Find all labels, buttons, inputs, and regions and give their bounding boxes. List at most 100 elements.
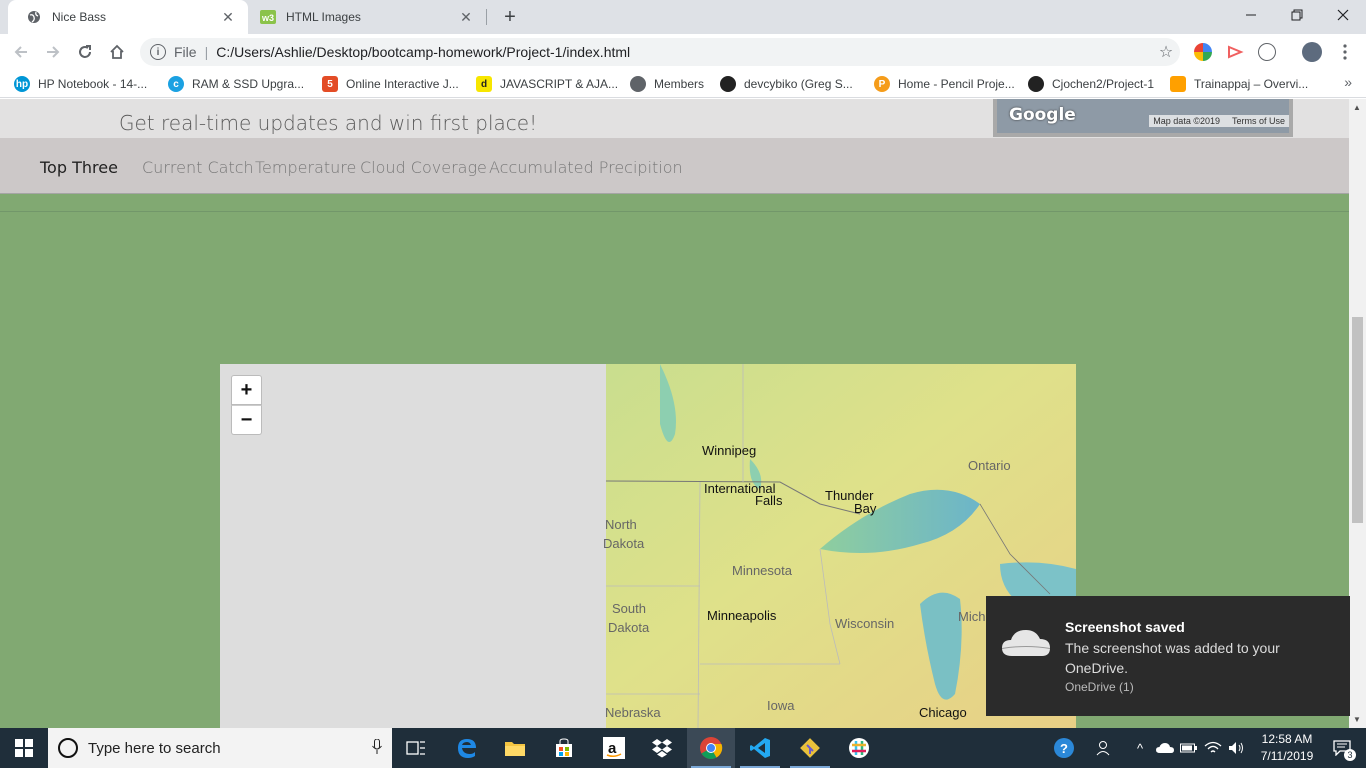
address-bar[interactable]: i File | C:/Users/Ashlie/Desktop/bootcam…: [140, 38, 1180, 66]
terms-of-use-link[interactable]: Terms of Use: [1232, 116, 1285, 126]
bookmark-hp-notebook[interactable]: hp HP Notebook - 14-...: [14, 74, 147, 94]
map-label-south-dakota-1: South: [612, 601, 646, 616]
map-label-north-dakota-2: Dakota: [603, 536, 645, 551]
amazon-icon: a: [603, 737, 625, 759]
bookmark-online-interactive[interactable]: 5 Online Interactive J...: [322, 74, 459, 94]
task-view-icon: [406, 741, 425, 755]
bookmarks-overflow-icon[interactable]: »: [1344, 74, 1352, 90]
chrome-extension-icon[interactable]: [1194, 43, 1212, 61]
close-tab-icon[interactable]: ✕: [458, 9, 474, 25]
forward-button[interactable]: [40, 39, 66, 65]
close-tab-icon[interactable]: ✕: [220, 9, 236, 25]
vscode-taskbar-button[interactable]: [736, 728, 784, 768]
battery-tray-icon[interactable]: [1178, 728, 1200, 768]
onedrive-tray-icon[interactable]: [1154, 728, 1176, 768]
volume-tray-icon[interactable]: [1226, 728, 1248, 768]
scroll-thumb[interactable]: [1352, 317, 1363, 523]
close-window-button[interactable]: [1320, 0, 1366, 30]
profile-avatar[interactable]: [1302, 42, 1322, 62]
info-icon[interactable]: i: [150, 44, 166, 60]
svg-text:a: a: [608, 740, 617, 757]
amazon-taskbar-button[interactable]: a: [590, 728, 638, 768]
chrome-menu-button[interactable]: [1332, 39, 1358, 65]
file-explorer-taskbar-button[interactable]: [491, 728, 539, 768]
url-scheme: File: [174, 44, 197, 60]
bookmark-javascript-ajax[interactable]: d JAVASCRIPT & AJA...: [476, 74, 618, 94]
system-clock[interactable]: 12:58 AM 7/11/2019: [1252, 731, 1322, 765]
zoom-in-button[interactable]: +: [231, 375, 262, 405]
zoom-out-button[interactable]: −: [231, 405, 262, 435]
scroll-down-icon[interactable]: ▼: [1353, 715, 1361, 724]
chevron-up-icon[interactable]: ^: [1130, 728, 1150, 768]
forward-arrow-icon: [47, 46, 60, 58]
tab-html-images[interactable]: w3 HTML Images ✕: [242, 0, 486, 34]
svg-text:?: ?: [1060, 741, 1068, 756]
nav-current-catch[interactable]: Current Catch: [142, 158, 254, 177]
new-tab-button[interactable]: +: [498, 5, 522, 29]
wifi-tray-icon[interactable]: [1202, 728, 1224, 768]
slack-taskbar-button[interactable]: [835, 728, 883, 768]
back-button[interactable]: [8, 39, 34, 65]
jumbotron: Get real-time updates and win first plac…: [0, 99, 1349, 138]
tab-strip: Nice Bass ✕ w3 HTML Images ✕ +: [0, 0, 1366, 34]
cast-extension-icon[interactable]: [1226, 43, 1244, 61]
taskbar-search-input[interactable]: Type here to search: [48, 728, 392, 768]
store-icon: [556, 738, 572, 757]
notification-count-badge: 3: [1344, 749, 1356, 761]
edge-icon: [458, 739, 476, 758]
tagline: Get real-time updates and win first plac…: [119, 111, 538, 135]
bookmark-label: devcybiko (Greg S...: [744, 77, 853, 91]
bookmark-star-icon[interactable]: ☆: [1152, 42, 1180, 62]
bookmark-label: HP Notebook - 14-...: [38, 77, 148, 91]
bookmark-label: Online Interactive J...: [346, 77, 459, 91]
bookmark-trainappaj[interactable]: Trainappaj – Overvi...: [1170, 74, 1308, 94]
bookmark-label: Trainappaj – Overvi...: [1194, 77, 1309, 91]
github-icon: [1028, 76, 1044, 92]
reload-button[interactable]: [72, 39, 98, 65]
chrome-taskbar-button[interactable]: [687, 728, 735, 768]
mini-map[interactable]: Google Map data ©2019 Terms of Use: [993, 99, 1293, 137]
map-label-iowa: Iowa: [767, 698, 795, 713]
nav-top-three[interactable]: Top Three: [40, 158, 118, 177]
onedrive-notification[interactable]: Screenshot saved The screenshot was adde…: [986, 596, 1350, 716]
nav-temperature[interactable]: Temperature: [255, 158, 356, 177]
cloud-icon: [1002, 630, 1050, 656]
map-label-nebraska: Nebraska: [605, 705, 661, 720]
nav-cloud-coverage[interactable]: Cloud Coverage: [360, 158, 487, 177]
action-center-button[interactable]: 3: [1322, 728, 1362, 768]
close-icon: [1337, 9, 1349, 21]
people-tray-icon[interactable]: [1094, 728, 1116, 768]
tab-separator: [486, 9, 487, 25]
reload-icon: [79, 45, 91, 58]
dropbox-taskbar-button[interactable]: [638, 728, 686, 768]
start-button[interactable]: [0, 728, 48, 768]
browser-toolbar: i File | C:/Users/Ashlie/Desktop/bootcam…: [0, 34, 1366, 70]
edge-taskbar-button[interactable]: [443, 728, 491, 768]
microphone-icon[interactable]: [362, 738, 392, 758]
home-button[interactable]: [104, 39, 130, 65]
bookmark-ram-ssd[interactable]: c RAM & SSD Upgra...: [168, 74, 304, 94]
github-icon: [720, 76, 736, 92]
devtools-extension-icon[interactable]: [1258, 43, 1276, 61]
nav-accumulated-precipitation[interactable]: Accumulated Precipition: [489, 158, 683, 177]
gitkraken-taskbar-button[interactable]: [786, 728, 834, 768]
globe-icon: [630, 76, 646, 92]
bookmark-members[interactable]: Members: [630, 74, 704, 94]
bookmark-cjochen2[interactable]: Cjochen2/Project-1: [1028, 74, 1154, 94]
tab-title: HTML Images: [286, 10, 361, 24]
bookmark-devcybiko[interactable]: devcybiko (Greg S...: [720, 74, 853, 94]
bookmark-pencil-project[interactable]: P Home - Pencil Proje...: [874, 74, 1015, 94]
cortana-icon: [58, 738, 78, 758]
tab-nice-bass[interactable]: Nice Bass ✕: [8, 0, 248, 34]
scroll-up-icon[interactable]: ▲: [1353, 103, 1361, 112]
weather-map[interactable]: + − Winnipeg Ontario International Falls…: [220, 364, 1076, 728]
minimize-button[interactable]: [1228, 0, 1274, 30]
help-tray-icon[interactable]: ?: [1050, 728, 1078, 768]
store-taskbar-button[interactable]: [540, 728, 588, 768]
map-label-international-falls-2: Falls: [755, 493, 783, 508]
restore-button[interactable]: [1274, 0, 1320, 30]
page-scrollbar[interactable]: ▲ ▼: [1349, 99, 1366, 728]
url-text[interactable]: C:/Users/Ashlie/Desktop/bootcamp-homewor…: [216, 44, 1152, 60]
google-logo: Google: [1009, 105, 1076, 125]
task-view-button[interactable]: [392, 728, 440, 768]
